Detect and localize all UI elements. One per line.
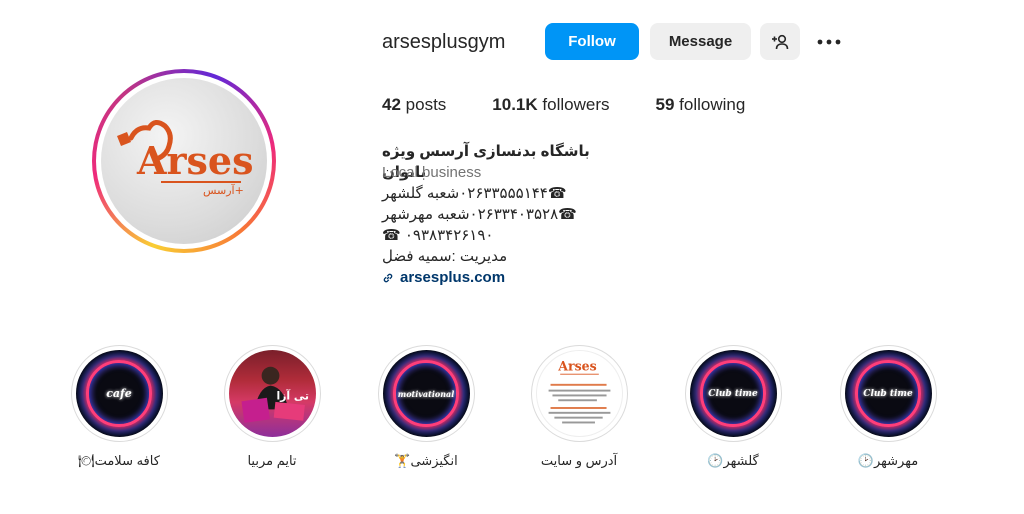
link-icon: [383, 273, 393, 282]
highlight-cover-ring: Club time: [684, 345, 782, 442]
highlight-cover-ring: cafe: [70, 345, 168, 442]
message-button[interactable]: Message: [650, 23, 751, 60]
highlight-cover: تی آزا: [228, 350, 316, 437]
followers-count: 10.1K: [492, 95, 538, 114]
highlight-coach-time[interactable]: تی آزا تایم مربیا: [222, 345, 322, 469]
highlight-label: تایم مربیا: [247, 453, 297, 468]
following-label: following: [679, 95, 746, 114]
suggested-accounts-button[interactable]: [760, 23, 800, 60]
profile-avatar[interactable]: Arses آرسس+: [92, 69, 276, 253]
posts-stat: 42 posts: [382, 95, 446, 115]
highlight-cover: Club time: [844, 350, 932, 437]
highlight-label: مهرشهر🕑: [857, 453, 919, 468]
followers-stat[interactable]: 10.1K followers: [492, 95, 609, 115]
avatar-image: Arses آرسس+: [101, 78, 267, 244]
following-stat[interactable]: 59 following: [656, 95, 746, 115]
highlight-cover-ring: تی آزا: [223, 345, 321, 442]
highlight-motivational[interactable]: motivational انگیزشی🏋: [376, 345, 476, 469]
add-user-icon: [772, 34, 789, 49]
highlight-label: آدرس و سایت: [540, 453, 618, 468]
profile-username: arsesplusgym: [382, 31, 506, 53]
highlight-cover-ring: Club time: [839, 345, 937, 442]
highlight-cover: Club time: [689, 350, 777, 437]
avatar-logo-sub: آرسس+: [203, 183, 244, 197]
address-card: Arses: [548, 358, 610, 424]
highlight-cover-text: Club time: [708, 388, 758, 399]
bio-display-name: باشگاه بدنسازی آرسس ویژه بانوان: [382, 143, 590, 181]
profile-stats: 42 posts 10.1K followers 59 following: [382, 95, 791, 115]
highlight-cover: motivational: [382, 350, 470, 437]
highlight-golshahr[interactable]: Club time گلشهر🕑: [683, 345, 783, 469]
posts-label: posts: [405, 95, 447, 114]
more-options-button[interactable]: [812, 23, 846, 60]
bio-line-mobile: ☎ ۰۹۳۸۳۴۲۶۱۹۰: [382, 227, 494, 244]
highlight-address-site[interactable]: Arses آدرس و سایت: [529, 345, 629, 469]
highlight-cover-text: cafe: [106, 387, 132, 400]
profile-bio: باشگاه بدنسازی آرسس ویژه بانوان Local bu…: [382, 141, 622, 288]
bio-line-golshahr: ☎۰۲۶۳۳۵۵۵۱۴۴شعبه گلشهر: [382, 185, 567, 202]
highlight-cover-ring: Arses: [530, 345, 628, 442]
following-count: 59: [655, 95, 675, 114]
bio-line-mehrshahr: ☎۰۲۶۳۳۴۰۳۵۲۸شعبه مهرشهر: [382, 206, 577, 223]
highlight-cover-text: Club time: [863, 388, 913, 399]
highlight-cafe[interactable]: cafe کافه سلامت🍽: [69, 345, 169, 469]
highlight-mehrshahr[interactable]: Club time مهرشهر🕑: [838, 345, 938, 469]
highlight-cover-ring: motivational: [377, 345, 475, 442]
highlight-cover-text: Arses: [557, 358, 596, 373]
highlight-label: کافه سلامت🍽: [78, 453, 160, 468]
highlight-cover-text: تی آزا: [276, 388, 309, 402]
coach-photo: تی آزا: [240, 366, 309, 423]
more-dots-icon: [817, 39, 841, 44]
bio-category: Local business: [382, 164, 482, 181]
arses-logo: Arses آرسس+: [117, 120, 253, 197]
highlight-label: انگیزشی🏋: [394, 453, 458, 468]
bio-line-manager: مدیریت :سمیه فضل: [382, 248, 508, 265]
posts-count: 42: [382, 95, 401, 114]
followers-label: followers: [542, 95, 610, 114]
highlight-cover-text: motivational: [397, 388, 455, 399]
avatar-border: Arses آرسس+: [96, 73, 272, 249]
bio-link-text: arsesplus.com: [400, 269, 506, 286]
avatar-logo-text: Arses: [136, 138, 253, 183]
highlight-cover: Arses: [535, 350, 623, 437]
highlight-cover: cafe: [75, 350, 163, 437]
highlight-label: گلشهر🕑: [707, 453, 759, 468]
follow-button[interactable]: Follow: [545, 23, 639, 60]
bio-website-link[interactable]: arsesplus.com: [382, 267, 622, 288]
